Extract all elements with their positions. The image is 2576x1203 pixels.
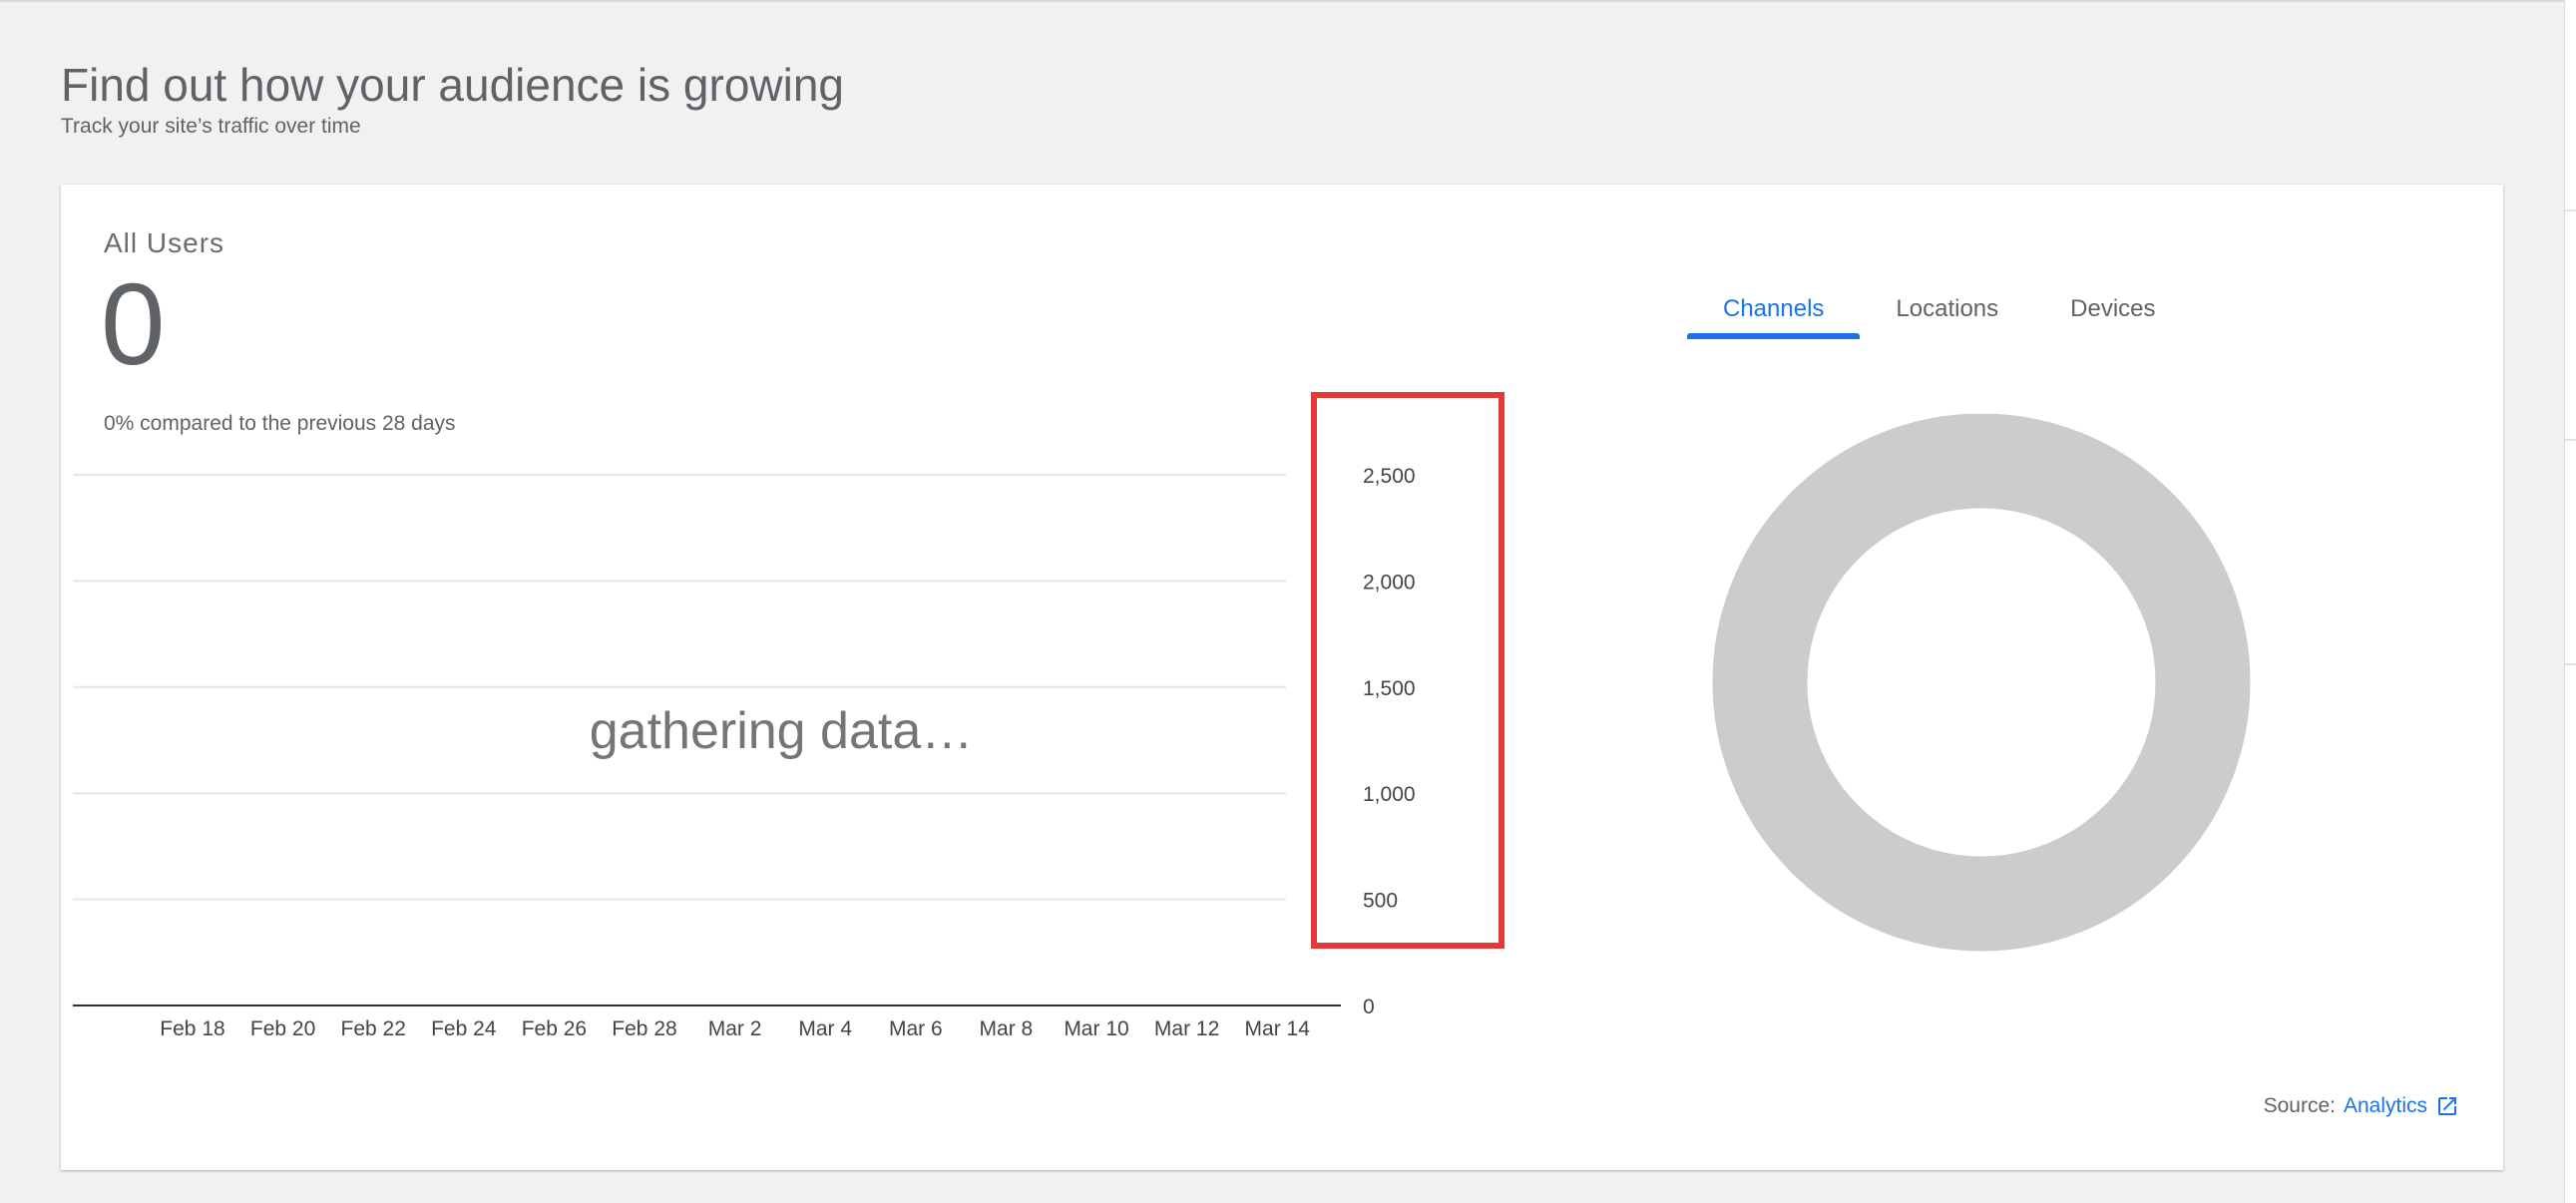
x-tick-label: Feb 22 — [341, 1017, 406, 1040]
source-attribution: Source: Analytics — [2264, 1094, 2459, 1118]
page-title: Find out how your audience is growing — [61, 59, 845, 111]
breakdown-tabs: Channels Locations Devices — [1687, 289, 2192, 339]
audience-card: All Users 0 0% compared to the previous … — [61, 185, 2503, 1170]
channels-donut-chart — [1712, 414, 2251, 952]
top-divider — [0, 0, 2564, 2]
chart-gridlines — [73, 474, 1286, 901]
tab-locations[interactable]: Locations — [1860, 289, 2034, 339]
x-tick-label: Feb 20 — [250, 1017, 315, 1040]
x-tick-label: Feb 28 — [612, 1017, 676, 1040]
donut-ring — [1712, 414, 2251, 952]
page-subtitle: Track your site’s traffic over time — [61, 115, 361, 138]
y-tick-label: 0 — [1363, 996, 1375, 1018]
x-tick-label: Feb 26 — [522, 1017, 587, 1040]
x-tick-label: Mar 14 — [1245, 1017, 1311, 1040]
right-scroll-edge[interactable] — [2564, 0, 2576, 1203]
x-tick-label: Feb 18 — [160, 1017, 224, 1040]
analytics-link[interactable]: Analytics — [2344, 1094, 2427, 1118]
x-tick-label: Mar 6 — [889, 1017, 943, 1040]
x-tick-label: Mar 12 — [1154, 1017, 1219, 1040]
tab-devices[interactable]: Devices — [2034, 289, 2191, 339]
gathering-data-label: gathering data… — [590, 702, 974, 760]
external-link-icon[interactable] — [2435, 1094, 2459, 1118]
x-tick-label: Mar 8 — [980, 1017, 1034, 1040]
tab-channels[interactable]: Channels — [1687, 289, 1861, 339]
x-axis-ticks: Feb 18 Feb 20 Feb 22 Feb 24 Feb 26 Feb 28 Mar … — [160, 1017, 1310, 1040]
y-axis-highlight-box — [1311, 392, 1504, 949]
x-tick-label: Mar 10 — [1064, 1017, 1128, 1040]
source-label: Source: — [2263, 1094, 2336, 1117]
x-tick-label: Mar 4 — [798, 1017, 852, 1040]
x-tick-label: Feb 24 — [431, 1017, 497, 1040]
x-tick-label: Mar 2 — [708, 1017, 762, 1040]
users-line-chart: 05001,0001,5002,0002,500 Feb 18 Feb 20 Feb… — [73, 465, 1416, 1040]
